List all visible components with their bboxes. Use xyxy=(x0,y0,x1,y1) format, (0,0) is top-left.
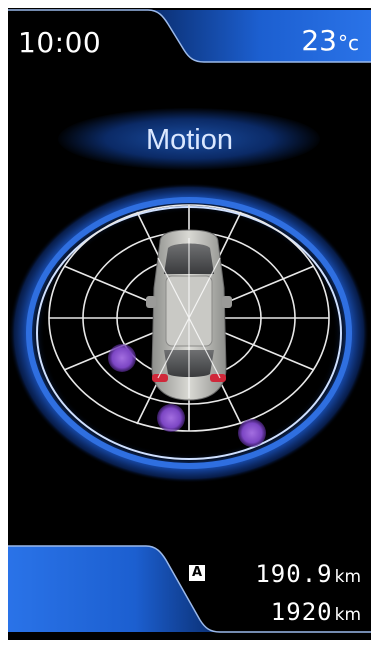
instrument-display: 10:00 23°c Motion A 190.9 km 1920 km xyxy=(8,8,371,640)
outside-temperature: 23°c xyxy=(301,24,359,57)
detected-object-marker xyxy=(108,344,136,372)
trip-distance: 190.9 km xyxy=(255,560,361,588)
drive-mode-label: Motion xyxy=(145,124,234,156)
temperature-value: 23 xyxy=(301,24,337,57)
temperature-unit: °c xyxy=(338,31,359,55)
odometer-unit: km xyxy=(334,605,361,625)
detected-object-marker xyxy=(157,404,185,432)
trip-distance-unit: km xyxy=(334,567,361,587)
car-top-view-icon xyxy=(146,229,232,401)
odometer-value: 1920 xyxy=(270,598,333,626)
detected-object-marker xyxy=(238,419,266,447)
odometer: 1920 km xyxy=(271,598,361,626)
clock-time: 10:00 xyxy=(18,26,102,59)
trip-a-icon: A xyxy=(189,565,205,581)
trip-distance-value: 190.9 xyxy=(255,560,333,588)
parking-sensor-display xyxy=(9,183,369,483)
